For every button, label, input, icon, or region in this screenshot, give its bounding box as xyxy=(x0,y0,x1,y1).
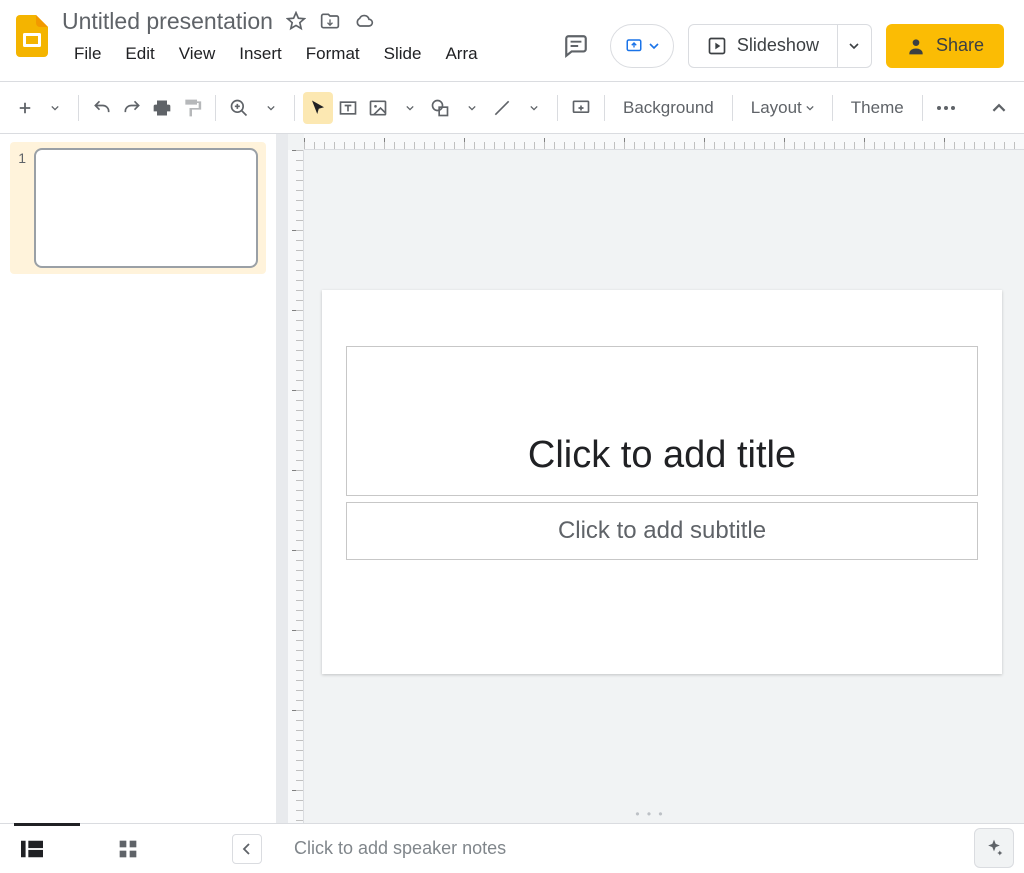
explore-button[interactable] xyxy=(974,828,1014,868)
menu-bar: File Edit View Insert Format Slide Arra xyxy=(62,40,490,68)
title-block: Untitled presentation File Edit View Ins… xyxy=(62,6,490,81)
menu-slide[interactable]: Slide xyxy=(372,40,434,68)
active-view-indicator xyxy=(14,823,80,826)
speaker-notes[interactable]: Click to add speaker notes xyxy=(276,824,974,873)
zoom-dropdown[interactable] xyxy=(256,92,286,124)
toolbar-separator xyxy=(732,95,733,121)
star-icon[interactable] xyxy=(285,10,307,32)
share-label: Share xyxy=(936,35,984,56)
line-dropdown[interactable] xyxy=(519,92,549,124)
zoom-button[interactable] xyxy=(224,92,254,124)
shape-tool[interactable] xyxy=(425,92,455,124)
speaker-notes-placeholder: Click to add speaker notes xyxy=(294,838,506,859)
textbox-tool[interactable] xyxy=(333,92,363,124)
menu-arrange[interactable]: Arra xyxy=(433,40,489,68)
canvas-gutter xyxy=(276,134,288,823)
main: 1 Click to add title Click to add subtit… xyxy=(0,134,1024,823)
ruler-horizontal[interactable] xyxy=(304,134,1024,150)
menu-insert[interactable]: Insert xyxy=(227,40,294,68)
present-pill[interactable] xyxy=(610,24,674,68)
comments-icon[interactable] xyxy=(556,26,596,66)
redo-button[interactable] xyxy=(117,92,147,124)
menu-edit[interactable]: Edit xyxy=(113,40,166,68)
collapse-toolbar[interactable] xyxy=(984,93,1014,123)
share-button[interactable]: Share xyxy=(886,24,1004,68)
theme-button[interactable]: Theme xyxy=(841,92,914,124)
canvas-pane: Click to add title Click to add subtitle… xyxy=(276,134,1024,823)
grid-view-button[interactable] xyxy=(110,831,146,867)
new-slide-button[interactable] xyxy=(10,92,40,124)
menu-file[interactable]: File xyxy=(62,40,113,68)
slideshow-group: Slideshow xyxy=(688,24,872,68)
background-button[interactable]: Background xyxy=(613,92,724,124)
menu-view[interactable]: View xyxy=(167,40,228,68)
image-dropdown[interactable] xyxy=(395,92,425,124)
subtitle-placeholder-text: Click to add subtitle xyxy=(558,517,766,545)
new-slide-dropdown[interactable] xyxy=(40,92,70,124)
line-tool[interactable] xyxy=(487,92,517,124)
app-header: Untitled presentation File Edit View Ins… xyxy=(0,0,1024,82)
cloud-status-icon[interactable] xyxy=(353,10,375,32)
print-button[interactable] xyxy=(147,92,177,124)
paint-format-button[interactable] xyxy=(177,92,207,124)
layout-button[interactable]: Layout xyxy=(741,92,824,124)
slideshow-label: Slideshow xyxy=(737,35,819,56)
title-placeholder-text: Click to add title xyxy=(528,434,796,477)
thumbnail-preview xyxy=(34,148,258,268)
bottom-left xyxy=(0,824,276,873)
bottom-bar: Click to add speaker notes xyxy=(0,823,1024,873)
hide-thumbnail-pane[interactable] xyxy=(232,834,262,864)
thumbnail-pane: 1 xyxy=(0,134,276,823)
more-tools[interactable] xyxy=(931,92,961,124)
toolbar-separator xyxy=(604,95,605,121)
slideshow-button[interactable]: Slideshow xyxy=(688,24,838,68)
slide-canvas[interactable]: Click to add title Click to add subtitle xyxy=(322,290,1002,674)
shape-dropdown[interactable] xyxy=(457,92,487,124)
layout-label: Layout xyxy=(751,98,802,118)
toolbar-separator xyxy=(922,95,923,121)
subtitle-placeholder[interactable]: Click to add subtitle xyxy=(346,502,978,560)
thumbnail-slide-1[interactable]: 1 xyxy=(10,142,266,274)
filmstrip-view-button[interactable] xyxy=(14,831,50,867)
notes-drag-handle[interactable]: • • • xyxy=(635,807,664,821)
image-tool[interactable] xyxy=(363,92,393,124)
select-tool[interactable] xyxy=(303,92,333,124)
comment-tool[interactable] xyxy=(566,92,596,124)
doc-title[interactable]: Untitled presentation xyxy=(62,8,273,35)
menu-format[interactable]: Format xyxy=(294,40,372,68)
header-right: Slideshow Share xyxy=(556,6,1008,81)
slideshow-dropdown[interactable] xyxy=(838,24,872,68)
undo-button[interactable] xyxy=(87,92,117,124)
toolbar-separator xyxy=(832,95,833,121)
slides-logo[interactable] xyxy=(12,10,52,62)
toolbar-separator xyxy=(215,95,216,121)
title-placeholder[interactable]: Click to add title xyxy=(346,346,978,496)
toolbar-separator xyxy=(557,95,558,121)
move-icon[interactable] xyxy=(319,10,341,32)
toolbar-separator xyxy=(294,95,295,121)
toolbar: Background Layout Theme xyxy=(0,82,1024,134)
thumbnail-number: 1 xyxy=(14,148,26,268)
toolbar-separator xyxy=(78,95,79,121)
ruler-vertical[interactable] xyxy=(288,150,304,823)
